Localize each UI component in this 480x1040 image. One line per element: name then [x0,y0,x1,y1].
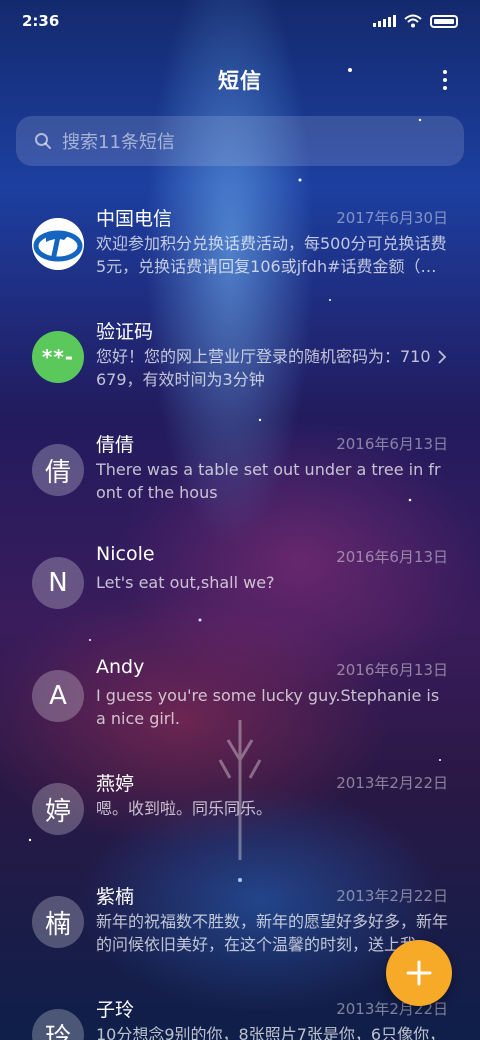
search-placeholder: 搜索11条短信 [62,132,175,153]
wifi-icon [404,14,422,28]
message-preview: 嗯。收到啦。同乐同乐。 [96,799,273,818]
contact-name: 验证码 [96,321,154,343]
conversation-item[interactable]: 倩 倩倩 2016年6月13日 There was a table set ou… [0,412,480,525]
status-icons [373,14,458,28]
message-preview: 10分想念9别的你，8张照片7张是你，6只像你，4根骨头3根归你，2爪着地1定是… [96,1025,446,1040]
contact-name: Nicole [96,543,155,565]
search-icon [35,133,51,149]
telecom-logo-icon [32,218,84,270]
signal-icon [373,15,396,27]
chevron-right-icon [438,350,447,364]
contact-avatar: N [32,557,84,609]
message-preview: Let's eat out,shall we? [96,573,275,592]
telecom-logo-avatar [32,218,84,270]
contact-name: 中国电信 [96,208,173,230]
message-preview: I guess you're some lucky guy.Stephanie … [96,686,440,728]
conversation-item[interactable]: 中国电信 2017年6月30日 欢迎参加积分兑换话费活动，每500分可兑换话费5… [0,186,480,299]
message-preview: There was a table set out under a tree i… [96,460,441,502]
conversation-item[interactable]: N Nicole 2016年6月13日 Let's eat out,shall … [0,525,480,638]
more-options-button[interactable] [440,68,450,92]
status-time: 2:36 [22,12,60,30]
message-date: 2016年6月13日 [336,548,448,566]
conversation-item[interactable]: 婷 燕婷 2013年2月22日 嗯。收到啦。同乐同乐。 [0,751,480,864]
message-date: 2013年2月22日 [336,774,448,792]
message-date: 2013年2月22日 [336,887,448,905]
page-title: 短信 [218,69,262,93]
status-bar: 2:36 [0,0,480,42]
contact-avatar: 婷 [32,783,84,835]
contact-name: 子玲 [96,999,135,1021]
conversation-item[interactable]: A Andy 2016年6月13日 I guess you're some lu… [0,638,480,751]
message-preview: 您好！您的网上营业厅登录的随机密码为：710679，有效时间为3分钟 [96,347,431,389]
conversation-item[interactable]: **- 验证码 您好！您的网上营业厅登录的随机密码为：710679，有效时间为3… [0,299,480,412]
new-message-button[interactable] [386,940,452,1006]
conversation-list: 中国电信 2017年6月30日 欢迎参加积分兑换话费活动，每500分可兑换话费5… [0,186,480,1040]
battery-icon [430,14,458,28]
contact-name: 紫楠 [96,886,135,908]
more-vertical-icon [443,70,447,74]
contact-avatar: 玲 [32,1009,84,1040]
contact-name: 燕婷 [96,773,135,795]
contact-name: 倩倩 [96,434,135,456]
title-bar: 短信 [0,58,480,102]
contact-avatar: 倩 [32,444,84,496]
search-input[interactable]: 搜索11条短信 [16,116,464,166]
message-preview: 欢迎参加积分兑换话费活动，每500分可兑换话费5元，兑换话费请回复106或jfd… [96,234,447,276]
plus-icon [406,960,432,986]
contact-name: Andy [96,656,145,678]
contact-avatar: A [32,670,84,722]
message-date: 2016年6月13日 [336,435,448,453]
contact-avatar: 楠 [32,896,84,948]
message-date: 2016年6月13日 [336,661,448,679]
verification-code-avatar: **- [32,331,84,383]
message-date: 2017年6月30日 [336,209,448,227]
